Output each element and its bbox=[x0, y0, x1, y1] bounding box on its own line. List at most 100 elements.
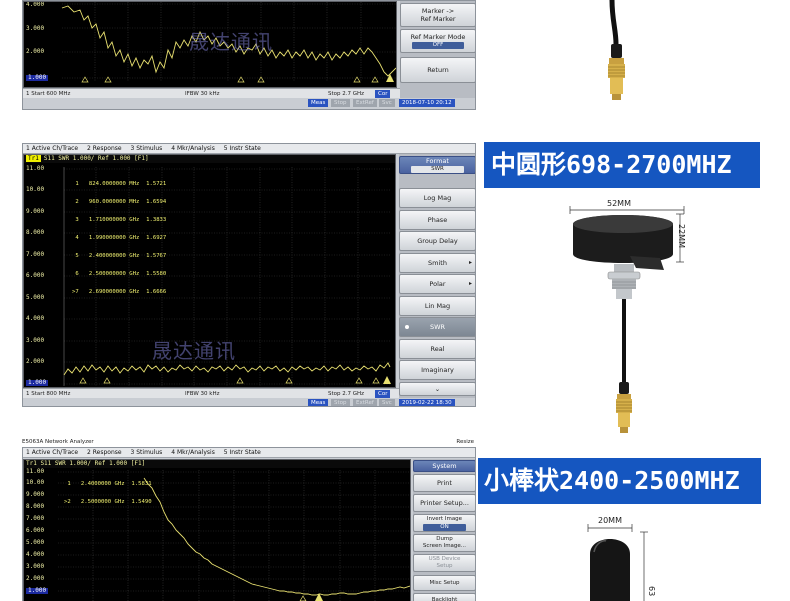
datetime: 2019-02-22 18:30 bbox=[399, 399, 455, 406]
marker-row: 2 960.0000000 MHz 1.6594 bbox=[72, 199, 167, 205]
marker-table-3: 1 2.4000000 GHz 1.5831 >2 2.5000000 GHz … bbox=[64, 469, 152, 517]
menu-instr-state[interactable]: 5 Instr State bbox=[224, 145, 261, 152]
menu-response[interactable]: 2 Response bbox=[87, 145, 122, 152]
real-button[interactable]: Real bbox=[399, 339, 475, 359]
more-button[interactable]: ⌄ bbox=[399, 382, 475, 396]
misc-setup-button[interactable]: Misc Setup bbox=[413, 575, 475, 591]
y-label: 11.00 bbox=[26, 165, 45, 172]
polar-button[interactable]: Polar ▸ bbox=[399, 274, 475, 294]
menu-active-ch-trace[interactable]: 1 Active Ch/Trace bbox=[26, 449, 78, 456]
vna-screen-3: 1 Active Ch/Trace 2 Response 3 Stimulus … bbox=[22, 447, 476, 601]
y-label: 2.000 bbox=[26, 48, 45, 55]
cor-badge: Cor bbox=[375, 390, 391, 398]
chevron-right-icon: ▸ bbox=[468, 259, 472, 266]
format-label: Format bbox=[426, 157, 449, 165]
vna-screen-1: 4.000 3.000 2.000 1.000 晟达通讯 1 Start 600… bbox=[22, 0, 476, 110]
radio-selected-icon bbox=[405, 325, 409, 329]
marker-to-ref-marker-button[interactable]: Marker -> Ref Marker bbox=[400, 3, 475, 27]
status-bar-1b: Meas Stop ExtRef Svc 2018-07-10 20:12 bbox=[23, 98, 475, 108]
y-label: 6.000 bbox=[26, 272, 45, 279]
menu-mkr-analysis[interactable]: 4 Mkr/Analysis bbox=[171, 145, 215, 152]
extref-badge: ExtRef bbox=[353, 399, 377, 406]
dump-screen-image-button[interactable]: Dump Screen Image... bbox=[413, 534, 475, 552]
marker-row: 4 1.990000000 GHz 1.6927 bbox=[72, 235, 167, 241]
invert-image-value: ON bbox=[423, 523, 466, 531]
resize-button[interactable]: Resize bbox=[456, 438, 474, 446]
menu-stimulus[interactable]: 3 Stimulus bbox=[131, 449, 163, 456]
y-label: 9.000 bbox=[26, 491, 45, 498]
y-label: 6.000 bbox=[26, 527, 45, 534]
chevron-down-icon: ⌄ bbox=[434, 385, 441, 393]
y-label: 3.000 bbox=[26, 563, 45, 570]
height-dimension-label-2: 22MM bbox=[677, 224, 686, 248]
plot-area-3: Tr1 S11 SWR 1.000/ Ref 1.000 [F1] 11.00 … bbox=[23, 459, 411, 601]
marker-row: 5 2.400000000 GHz 1.5767 bbox=[72, 253, 167, 259]
imaginary-button[interactable]: Imaginary bbox=[399, 360, 475, 380]
marker-row: 6 2.500000000 GHz 1.5580 bbox=[72, 271, 167, 277]
y-label: 11.00 bbox=[26, 468, 45, 475]
group-delay-button[interactable]: Group Delay bbox=[399, 231, 475, 251]
format-button[interactable]: Format SWR bbox=[399, 156, 475, 174]
plot-area-2: Tr1 S11 SWR 1.000/ Ref 1.000 [F1] 11.00 … bbox=[23, 154, 396, 388]
plot-area-1: 4.000 3.000 2.000 1.000 晟达通讯 bbox=[23, 1, 397, 88]
y-label: 4.000 bbox=[26, 551, 45, 558]
invert-image-button[interactable]: Invert Image ON bbox=[413, 514, 475, 532]
marker-table-2: 1 824.0000000 MHz 1.5721 2 960.0000000 M… bbox=[72, 169, 166, 307]
svc-badge: Svc bbox=[379, 99, 395, 107]
marker-row: 1 2.4000000 GHz 1.5831 bbox=[64, 481, 152, 487]
polar-label: Polar bbox=[429, 280, 446, 288]
svc-badge: Svc bbox=[379, 399, 395, 406]
y-label: 10.00 bbox=[26, 186, 45, 193]
menu-bar-2: 1 Active Ch/Trace 2 Response 3 Stimulus … bbox=[23, 144, 475, 154]
menu-response[interactable]: 2 Response bbox=[87, 449, 122, 456]
cor-badge: Cor bbox=[375, 90, 391, 98]
smith-button[interactable]: Smith ▸ bbox=[399, 253, 475, 273]
band-label-3: 小棒状2400-2500MHZ bbox=[478, 458, 761, 504]
chevron-right-icon: ▸ bbox=[468, 280, 472, 287]
y-label: 4.000 bbox=[26, 315, 45, 322]
y-label: 7.000 bbox=[26, 251, 45, 258]
y-label: 1.000 bbox=[26, 587, 49, 594]
print-button[interactable]: Print bbox=[413, 474, 475, 492]
softkey-panel-2: Format SWR Log Mag Phase Group Delay Smi… bbox=[399, 154, 475, 398]
watermark: 晟达通讯 bbox=[189, 30, 273, 54]
y-label: 7.000 bbox=[26, 515, 45, 522]
y-label: 5.000 bbox=[26, 294, 45, 301]
menu-stimulus[interactable]: 3 Stimulus bbox=[131, 145, 163, 152]
y-label: 9.000 bbox=[26, 208, 45, 215]
extref-badge: ExtRef bbox=[353, 99, 377, 107]
vna-screen-2: 1 Active Ch/Trace 2 Response 3 Stimulus … bbox=[22, 143, 476, 407]
usb-device-setup-button[interactable]: USB Device Setup bbox=[413, 554, 475, 572]
y-label: 10.00 bbox=[26, 479, 45, 486]
ref-marker-mode-label: Ref Marker Mode bbox=[410, 33, 466, 41]
marker-row: 3 1.710000000 GHz 1.3833 bbox=[72, 217, 167, 223]
window-title: E5063A Network Analyzer bbox=[22, 439, 94, 445]
vna-window-title-bar: E5063A Network Analyzer Resize bbox=[22, 438, 476, 446]
system-button[interactable]: System bbox=[413, 460, 475, 472]
printer-setup-button[interactable]: Printer Setup... bbox=[413, 494, 475, 512]
status-bar-2b: Meas Stop ExtRef Svc 2019-02-22 18:30 bbox=[23, 398, 475, 406]
swr-button[interactable]: SWR bbox=[399, 317, 475, 337]
smith-label: Smith bbox=[428, 259, 447, 267]
ref-marker-mode-button[interactable]: Ref Marker Mode OFF bbox=[400, 29, 475, 53]
menu-active-ch-trace[interactable]: 1 Active Ch/Trace bbox=[26, 145, 78, 152]
meas-badge: Meas bbox=[308, 99, 329, 107]
stop-badge: Stop bbox=[331, 399, 350, 406]
phase-button[interactable]: Phase bbox=[399, 210, 475, 230]
menu-mkr-analysis[interactable]: 4 Mkr/Analysis bbox=[171, 449, 215, 456]
meas-badge: Meas bbox=[308, 399, 329, 406]
return-button[interactable]: Return bbox=[400, 57, 475, 83]
marker-row: >2 2.5000000 GHz 1.5490 bbox=[64, 499, 152, 505]
y-label: 1.000 bbox=[26, 74, 49, 81]
lin-mag-button[interactable]: Lin Mag bbox=[399, 296, 475, 316]
stop-badge: Stop bbox=[331, 99, 350, 107]
backlight-button[interactable]: Backlight bbox=[413, 593, 475, 601]
menu-bar-3: 1 Active Ch/Trace 2 Response 3 Stimulus … bbox=[23, 448, 475, 458]
softkey-panel-3: System Print Printer Setup... Invert Ima… bbox=[413, 459, 475, 601]
y-label: 4.000 bbox=[26, 1, 45, 8]
log-mag-button[interactable]: Log Mag bbox=[399, 188, 475, 208]
marker-row: 1 824.0000000 MHz 1.5721 bbox=[72, 181, 167, 187]
y-label: 3.000 bbox=[26, 337, 45, 344]
y-label: 8.000 bbox=[26, 503, 45, 510]
menu-instr-state[interactable]: 5 Instr State bbox=[224, 449, 261, 456]
